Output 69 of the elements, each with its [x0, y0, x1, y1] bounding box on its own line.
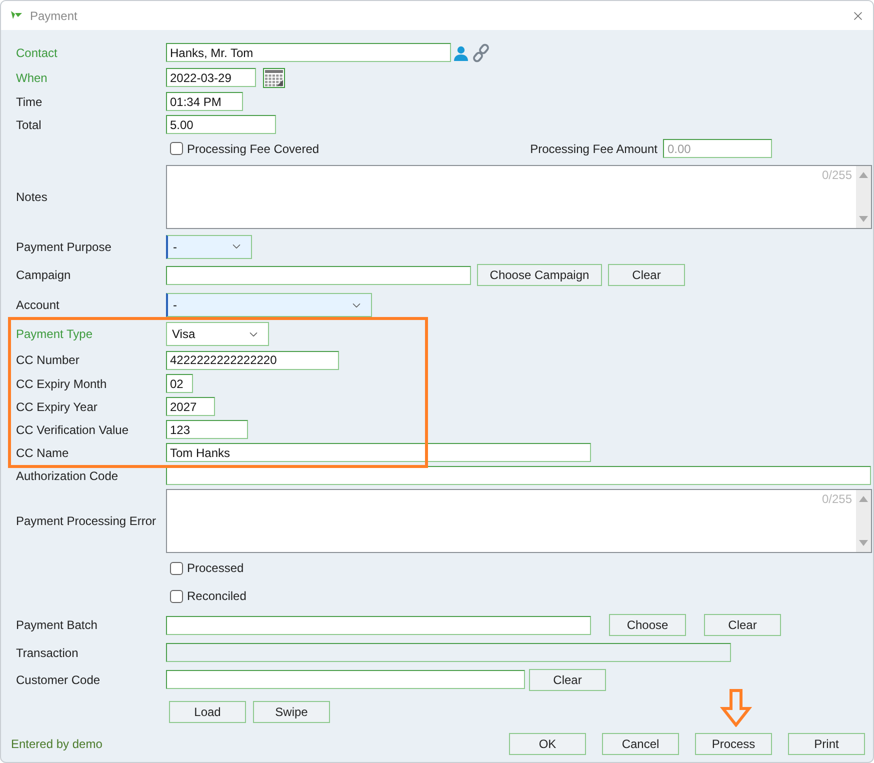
- field-label: Processing Fee Amount: [530, 142, 658, 156]
- checkbox[interactable]: [170, 590, 183, 602]
- down-arrow-icon: [720, 689, 752, 727]
- field-label: CC Name: [15, 446, 70, 460]
- field-label: Time: [15, 94, 44, 108]
- field-label: CC Verification Value: [15, 422, 130, 436]
- dropdown[interactable]: Visa: [166, 322, 269, 346]
- field-label: When: [15, 70, 48, 84]
- field-label: CC Number: [15, 353, 80, 367]
- dialog-button[interactable]: OK: [509, 732, 586, 754]
- field-label: Payment Purpose: [15, 240, 112, 254]
- entered-by-text: Entered by demo: [11, 736, 104, 750]
- input-field[interactable]: [166, 266, 471, 284]
- checkbox-label: Reconciled: [187, 589, 246, 603]
- checkbox[interactable]: [170, 562, 183, 574]
- field-label: Customer Code: [15, 672, 102, 686]
- field-label: Account: [15, 298, 60, 312]
- input-field[interactable]: 123: [166, 420, 248, 439]
- person-icon[interactable]: [453, 44, 469, 60]
- action-button[interactable]: Choose: [609, 614, 686, 636]
- window-title: Payment: [30, 8, 78, 22]
- field-label: Authorization Code: [15, 468, 120, 482]
- field-label: Payment Processing Error: [15, 514, 158, 528]
- action-button[interactable]: Clear: [529, 668, 606, 690]
- field-label: Payment Batch: [15, 618, 98, 632]
- input-field[interactable]: 01:34 PM: [166, 92, 243, 111]
- input-field[interactable]: 0.00: [663, 139, 772, 158]
- action-button[interactable]: Choose Campaign: [477, 264, 602, 286]
- input-field[interactable]: 5.00: [166, 115, 276, 134]
- scrollbar[interactable]: [856, 166, 871, 228]
- dropdown[interactable]: -: [166, 234, 252, 258]
- field-label: Total: [15, 118, 42, 132]
- checkbox-label: Processed: [187, 561, 244, 575]
- action-button[interactable]: Clear: [704, 614, 781, 636]
- dialog-button[interactable]: Cancel: [602, 732, 679, 754]
- dialog-button[interactable]: Process: [695, 732, 772, 754]
- scroll-up-icon[interactable]: [859, 496, 868, 502]
- character-counter: 0/255: [822, 492, 852, 506]
- input-field[interactable]: 2027: [166, 397, 215, 416]
- field-label: CC Expiry Year: [15, 400, 98, 414]
- calendar-icon[interactable]: [263, 68, 285, 88]
- field-label: Notes: [15, 190, 48, 204]
- action-button[interactable]: Swipe: [253, 701, 330, 723]
- input-field[interactable]: [166, 616, 591, 634]
- scroll-down-icon[interactable]: [859, 540, 868, 546]
- action-button[interactable]: Clear: [608, 264, 685, 286]
- checkbox-label: Processing Fee Covered: [187, 142, 320, 156]
- dialog-button[interactable]: Print: [788, 732, 865, 754]
- action-button[interactable]: Load: [169, 701, 246, 723]
- link-icon[interactable]: [471, 42, 491, 62]
- input-field[interactable]: Hanks, Mr. Tom: [166, 43, 451, 62]
- field-label: Contact: [15, 46, 58, 60]
- input-field[interactable]: [166, 670, 525, 689]
- scrollbar[interactable]: [856, 490, 871, 552]
- field-label: CC Expiry Month: [15, 376, 108, 390]
- input-field[interactable]: 2022-03-29: [166, 68, 256, 87]
- input-field[interactable]: 4222222222222220: [166, 350, 339, 370]
- dropdown[interactable]: -: [166, 293, 372, 317]
- scroll-down-icon[interactable]: [859, 216, 868, 222]
- app-icon: [11, 11, 22, 20]
- checkbox[interactable]: [170, 142, 183, 155]
- character-counter: 0/255: [822, 168, 852, 182]
- scroll-up-icon[interactable]: [859, 172, 868, 178]
- input-field[interactable]: 02: [166, 374, 193, 393]
- input-field[interactable]: Tom Hanks: [166, 443, 591, 462]
- field-label: Payment Type: [15, 327, 94, 341]
- field-label: Transaction: [15, 646, 80, 660]
- input-field[interactable]: [166, 466, 871, 485]
- field-label: Campaign: [15, 268, 72, 282]
